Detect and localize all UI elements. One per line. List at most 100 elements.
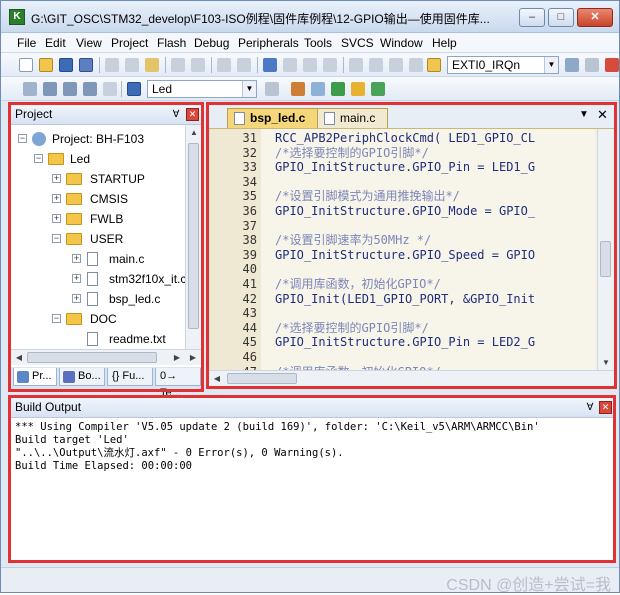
find-in-files-icon[interactable]	[427, 58, 441, 72]
project-pane-title: Project	[15, 107, 53, 121]
download-icon[interactable]	[127, 82, 141, 96]
expand-icon[interactable]: +	[72, 294, 81, 303]
scroll-left-icon[interactable]: ◀	[209, 371, 225, 387]
scroll-thumb[interactable]	[600, 241, 611, 277]
find-icon[interactable]	[565, 58, 579, 72]
folder-icon	[66, 213, 82, 225]
comment-icon[interactable]	[389, 58, 403, 72]
nav-back-icon[interactable]	[217, 58, 231, 72]
scroll-right-end-icon[interactable]: ▶	[185, 350, 201, 366]
indent-icon[interactable]	[349, 58, 363, 72]
close-pane-icon[interactable]: ✕	[599, 401, 612, 414]
maximize-button[interactable]: □	[548, 8, 574, 27]
target-combo[interactable]: Led ▼	[147, 80, 257, 98]
collapse-icon[interactable]: −	[52, 314, 61, 323]
menu-tools[interactable]: Tools	[304, 36, 332, 50]
editor-vertical-scrollbar[interactable]: ▼	[597, 129, 613, 370]
save-icon[interactable]	[59, 58, 73, 72]
batch-build-icon[interactable]	[83, 82, 97, 96]
pack-installer-icon[interactable]	[331, 82, 345, 96]
redo-icon[interactable]	[191, 58, 205, 72]
debug-icon[interactable]	[605, 58, 619, 72]
tab-project[interactable]: Pr...	[13, 368, 57, 386]
bookmark-icon[interactable]	[263, 58, 277, 72]
function-combo[interactable]: EXTI0_IRQn ▼	[447, 56, 559, 74]
expand-icon[interactable]: +	[52, 194, 61, 203]
menu-project[interactable]: Project	[111, 36, 148, 50]
editor-horizontal-scrollbar[interactable]: ◀	[209, 370, 614, 386]
tab-books[interactable]: Bo...	[59, 368, 105, 386]
menu-file[interactable]: File	[17, 36, 36, 50]
scroll-thumb[interactable]	[188, 143, 199, 329]
nav-forward-icon[interactable]	[237, 58, 251, 72]
scroll-thumb[interactable]	[27, 352, 157, 363]
file-extensions-icon[interactable]	[311, 82, 325, 96]
code-text: GPIO_InitStructure.GPIO_Pin = LED1_G	[275, 160, 536, 175]
menu-debug[interactable]: Debug	[194, 36, 229, 50]
expand-icon[interactable]: +	[72, 274, 81, 283]
collapse-icon[interactable]: −	[18, 134, 27, 143]
file-icon	[324, 112, 335, 125]
build-icon[interactable]	[43, 82, 57, 96]
rte-icon[interactable]	[351, 82, 365, 96]
build-output-pane: Build Output Ɐ ✕ *** Using Compiler 'V5.…	[10, 397, 614, 561]
line-number: 35	[242, 189, 257, 204]
collapse-icon[interactable]: −	[34, 154, 43, 163]
scroll-thumb[interactable]	[227, 373, 297, 384]
code-text: RCC_APB2PeriphClockCmd( LED1_GPIO_CL	[275, 131, 536, 145]
tab-functions[interactable]: {} Fu...	[107, 368, 153, 386]
stop-build-icon[interactable]	[103, 82, 117, 96]
open-folder-icon[interactable]	[39, 58, 53, 72]
menu-edit[interactable]: Edit	[45, 36, 66, 50]
save-all-icon[interactable]	[79, 58, 93, 72]
manage-components-icon[interactable]	[291, 82, 305, 96]
expand-icon[interactable]: +	[72, 254, 81, 263]
menu-view[interactable]: View	[76, 36, 102, 50]
new-file-icon[interactable]	[19, 58, 33, 72]
target-options-icon[interactable]	[265, 82, 279, 96]
scroll-down-icon[interactable]: ▼	[598, 355, 614, 371]
project-horizontal-scrollbar[interactable]: ◀ ▶ ▶	[11, 349, 201, 365]
prev-bookmark-icon[interactable]	[283, 58, 297, 72]
undo-icon[interactable]	[171, 58, 185, 72]
pin-icon[interactable]: Ɐ	[585, 402, 595, 414]
line-number: 46	[242, 350, 257, 364]
select-software-packs-icon[interactable]	[371, 82, 385, 96]
clear-bookmarks-icon[interactable]	[323, 58, 337, 72]
copy-icon[interactable]	[125, 58, 139, 72]
close-button[interactable]: ✕	[577, 8, 613, 27]
tab-templates[interactable]: 0→ Te...	[155, 368, 201, 399]
rebuild-icon[interactable]	[63, 82, 77, 96]
menu-flash[interactable]: Flash	[157, 36, 186, 50]
scroll-left-icon[interactable]: ◀	[11, 350, 27, 366]
pin-icon[interactable]: Ɐ	[171, 109, 181, 121]
menu-svcs[interactable]: SVCS	[341, 36, 374, 50]
folder-icon	[66, 173, 82, 185]
scroll-right-icon[interactable]: ▶	[169, 350, 185, 366]
project-vertical-scrollbar[interactable]: ▲	[185, 125, 201, 349]
next-bookmark-icon[interactable]	[303, 58, 317, 72]
paste-icon[interactable]	[145, 58, 159, 72]
tab-list-chevron-icon[interactable]: ▼	[579, 109, 589, 120]
expand-icon[interactable]: +	[52, 174, 61, 183]
editor-tab-bsp-led-c[interactable]: bsp_led.c	[227, 108, 319, 128]
collapse-icon[interactable]: −	[52, 234, 61, 243]
close-tab-icon[interactable]: ✕	[597, 107, 608, 123]
unindent-icon[interactable]	[369, 58, 383, 72]
scroll-up-icon[interactable]: ▲	[186, 125, 202, 141]
uncomment-icon[interactable]	[409, 58, 423, 72]
expand-icon[interactable]: +	[52, 214, 61, 223]
cut-icon[interactable]	[105, 58, 119, 72]
tree-label: bsp_led.c	[109, 292, 161, 306]
close-pane-icon[interactable]: ✕	[186, 108, 199, 121]
folder-icon	[66, 193, 82, 205]
menu-window[interactable]: Window	[380, 36, 423, 50]
code-area[interactable]: 31 RCC_APB2PeriphClockCmd( LED1_GPIO_CL 32…	[209, 129, 595, 370]
menu-peripherals[interactable]: Peripherals	[238, 36, 299, 50]
translate-icon[interactable]	[23, 82, 37, 96]
editor-tab-main-c[interactable]: main.c	[317, 108, 389, 128]
menu-help[interactable]: Help	[432, 36, 457, 50]
code-text: GPIO_Init(LED1_GPIO_PORT, &GPIO_Init	[275, 291, 536, 306]
wand-icon[interactable]	[585, 58, 599, 72]
minimize-button[interactable]: –	[519, 8, 545, 27]
